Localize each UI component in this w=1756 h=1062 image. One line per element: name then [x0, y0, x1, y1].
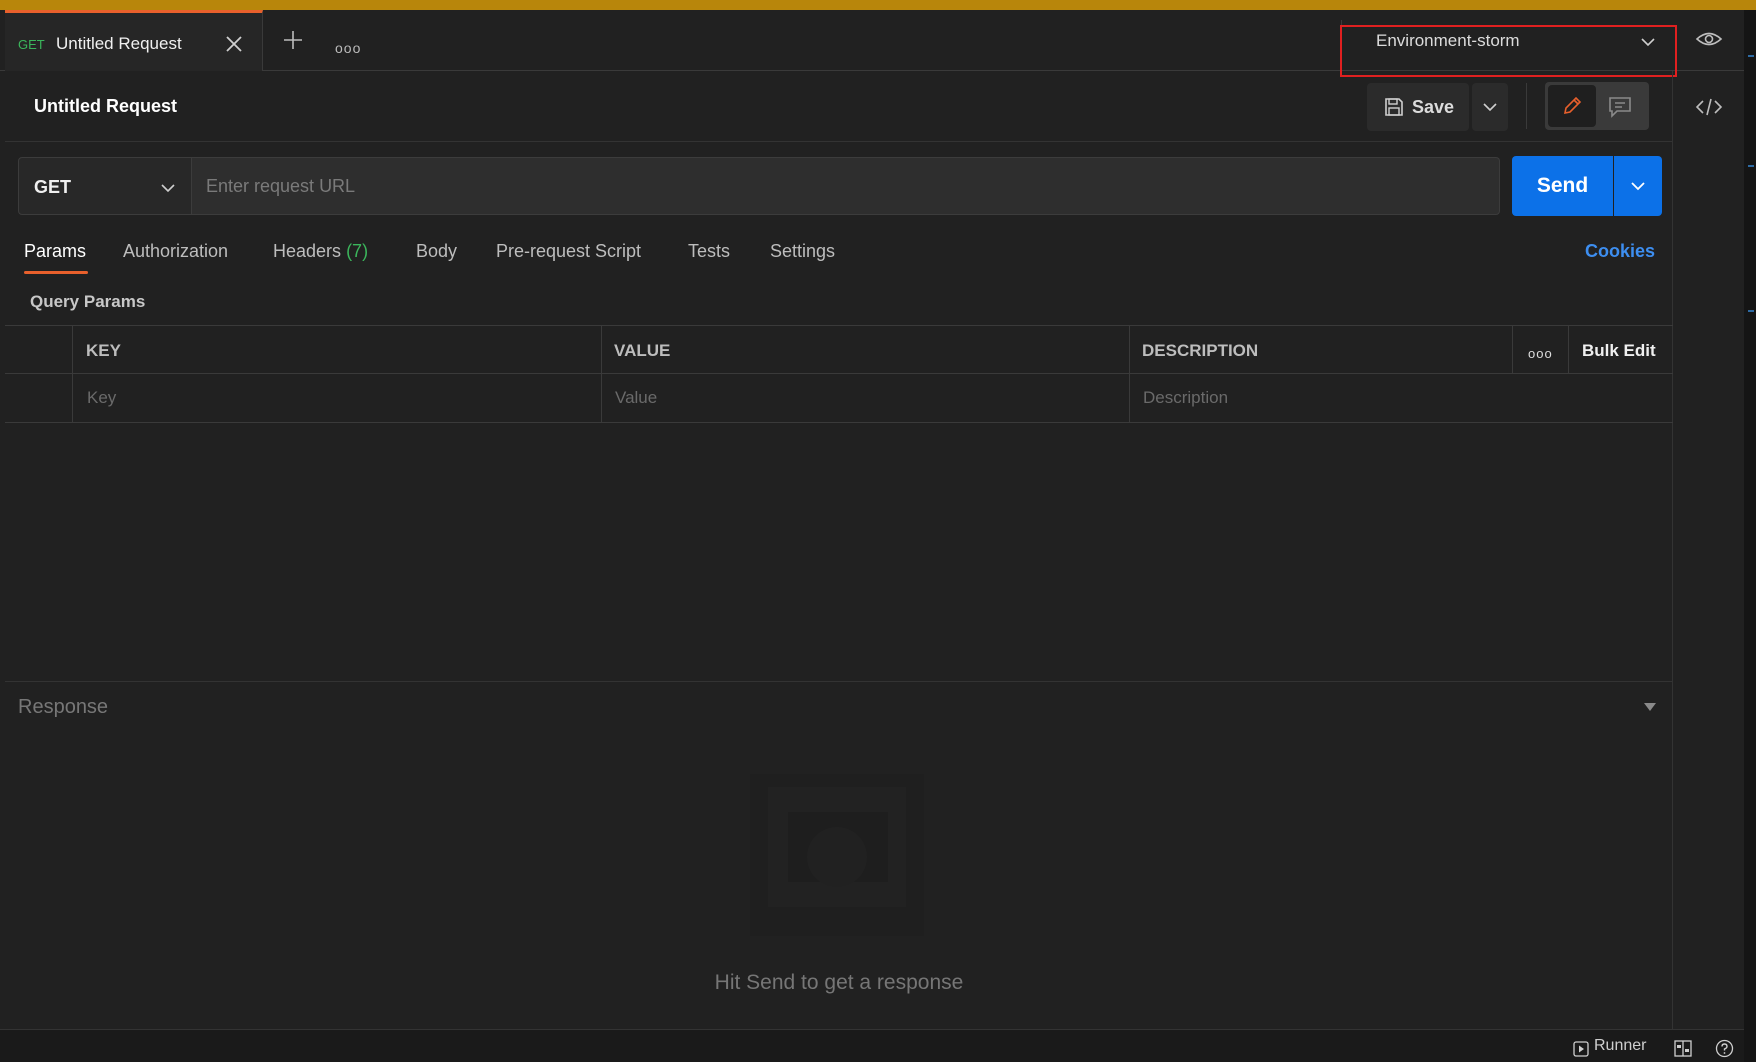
response-hint: Hit Send to get a response [714, 971, 964, 994]
save-button[interactable]: Save [1367, 83, 1469, 131]
status-bar [0, 1029, 1744, 1062]
chevron-down-icon [161, 184, 175, 193]
tab-method-badge: GET [18, 37, 45, 52]
plus-icon[interactable] [281, 28, 305, 52]
method-label: GET [34, 177, 72, 197]
tab-settings[interactable]: Settings [770, 241, 835, 262]
tab-pre-request-script[interactable]: Pre-request Script [496, 241, 641, 262]
edit-mode-button[interactable] [1548, 85, 1596, 127]
window-top-bar [0, 0, 1756, 10]
column-value: VALUE [614, 341, 671, 360]
column-divider [1568, 325, 1569, 374]
empty-response-illustration [750, 774, 924, 936]
mode-toggle-group [1545, 82, 1649, 130]
chevron-down-icon [1631, 182, 1645, 191]
bulk-edit-button[interactable]: Bulk Edit [1582, 341, 1656, 361]
value-input[interactable] [615, 388, 1015, 408]
query-params-table: KEY VALUE DESCRIPTION ooo Bulk Edit [5, 325, 1673, 423]
comment-icon[interactable] [1607, 95, 1633, 119]
description-input[interactable] [1143, 388, 1543, 408]
close-icon[interactable] [223, 33, 245, 55]
environment-name: Environment-storm [1376, 31, 1520, 50]
pencil-icon [1563, 96, 1582, 115]
chevron-down-icon [1641, 38, 1655, 47]
chevron-down-icon [1483, 103, 1497, 112]
send-options-button[interactable] [1614, 156, 1662, 216]
runner-label: Runner [1594, 1037, 1647, 1054]
tab-body[interactable]: Body [416, 241, 457, 262]
help-icon[interactable] [1715, 1039, 1734, 1058]
column-divider [1129, 325, 1130, 423]
triangle-down-icon[interactable] [1643, 701, 1657, 713]
right-sidebar-divider [1672, 71, 1673, 1029]
tab-headers-label: Headers [273, 241, 342, 261]
url-input[interactable] [192, 157, 1500, 215]
right-edge-panel [1744, 10, 1756, 1062]
save-label: Save [1412, 97, 1455, 117]
eye-icon[interactable] [1695, 28, 1723, 50]
active-tab-indicator [24, 271, 88, 274]
column-key: KEY [86, 341, 121, 360]
more-options-icon[interactable]: ooo [1528, 346, 1553, 361]
two-pane-layout-icon[interactable] [1674, 1040, 1692, 1057]
send-label: Send [1536, 174, 1589, 197]
save-icon [1385, 98, 1403, 116]
tab-tests[interactable]: Tests [688, 241, 730, 262]
cookies-link[interactable]: Cookies [1585, 241, 1655, 262]
code-icon[interactable] [1695, 96, 1723, 118]
environment-selector[interactable]: Environment-storm [1340, 10, 1677, 77]
tab-authorization[interactable]: Authorization [123, 241, 228, 262]
method-select[interactable]: GET [18, 157, 192, 215]
tab-params[interactable]: Params [24, 241, 86, 262]
column-divider [72, 325, 73, 423]
table-header: KEY VALUE DESCRIPTION ooo Bulk Edit [5, 325, 1673, 374]
column-description: DESCRIPTION [1142, 341, 1259, 360]
request-title[interactable]: Untitled Request [34, 96, 177, 117]
tab-headers[interactable]: Headers (7) [273, 241, 368, 262]
send-button[interactable]: Send [1512, 156, 1613, 216]
tab-title: Untitled Request [56, 34, 182, 53]
request-tab[interactable]: GET Untitled Request [5, 10, 263, 71]
title-divider [5, 141, 1673, 142]
query-params-label: Query Params [30, 292, 146, 311]
key-input[interactable] [87, 388, 487, 408]
response-divider [5, 681, 1673, 682]
headers-count-badge: (7) [346, 241, 369, 261]
column-divider [1512, 325, 1513, 374]
save-options-button[interactable] [1472, 83, 1508, 131]
toolbar-divider [1526, 83, 1527, 129]
more-tabs-icon[interactable]: ooo [335, 40, 361, 56]
play-icon [1573, 1041, 1589, 1057]
table-row [5, 374, 1673, 423]
response-label: Response [18, 696, 109, 718]
column-divider [601, 325, 602, 423]
